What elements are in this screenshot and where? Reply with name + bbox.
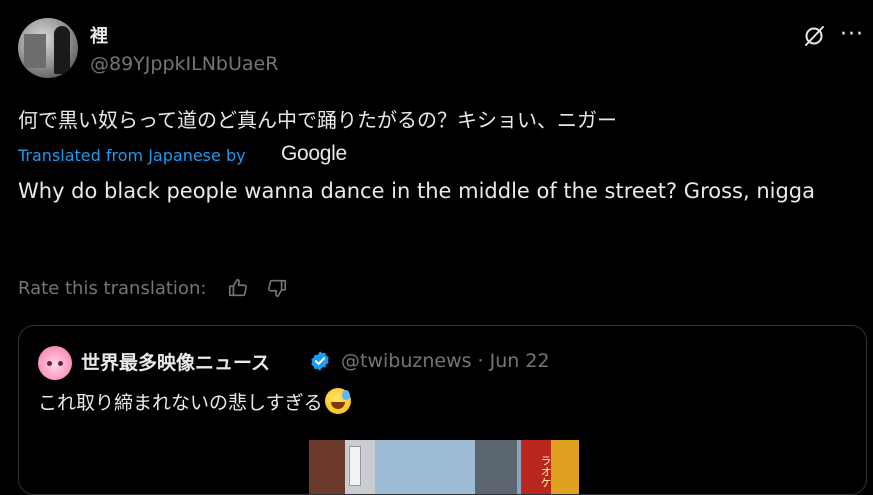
media-building (309, 440, 345, 494)
avatar-building (24, 34, 46, 68)
author-handle[interactable]: @89YJppkILNbUaeR (90, 53, 278, 75)
translated-from-label[interactable]: Translated from Japanese by (18, 146, 246, 165)
rate-translation-label: Rate this translation: (18, 278, 207, 299)
media-sky (375, 440, 475, 494)
verified-badge-icon (311, 351, 329, 371)
avatar-eye (58, 361, 63, 366)
author-avatar[interactable] (18, 18, 78, 78)
quoted-author-avatar[interactable] (38, 346, 72, 380)
quoted-media-image[interactable]: ラオケ (309, 440, 579, 494)
media-signboard (349, 446, 361, 486)
translated-tweet-text: Why do black people wanna dance in the m… (18, 179, 815, 203)
author-display-name[interactable]: 裡 (90, 22, 108, 48)
quoted-tweet-text: これ取り締まれないの悲しすぎる (38, 392, 323, 414)
media-building (551, 440, 579, 494)
thumb-up-icon[interactable] (227, 277, 249, 299)
google-logo: Google (281, 142, 347, 165)
original-tweet-text: 何で黒い奴らって道のど真ん中で踊りたがるの？キショい、ニガー (18, 108, 617, 132)
quoted-handle-date[interactable]: @twibuznews · Jun 22 (341, 350, 550, 372)
grok-slash-circle-icon[interactable] (802, 24, 826, 48)
quoted-tweet-text-row: これ取り締まれないの悲しすぎる (38, 388, 351, 415)
tweet-header: 裡 @89YJppkILNbUaeR ··· (18, 18, 863, 80)
media-building (475, 440, 517, 494)
more-horizontal-icon[interactable]: ··· (840, 22, 864, 47)
sweat-smile-emoji-icon (324, 388, 351, 414)
avatar-eye (47, 361, 52, 366)
avatar-figure (54, 26, 70, 74)
quoted-tweet-card[interactable]: 世界最多映像ニュース @twibuznews · Jun 22 これ取り締まれな… (18, 325, 867, 495)
thumb-down-icon[interactable] (266, 277, 288, 299)
media-karaoke-sign: ラオケ (521, 440, 552, 494)
quoted-author-display-name[interactable]: 世界最多映像ニュース (81, 348, 270, 375)
